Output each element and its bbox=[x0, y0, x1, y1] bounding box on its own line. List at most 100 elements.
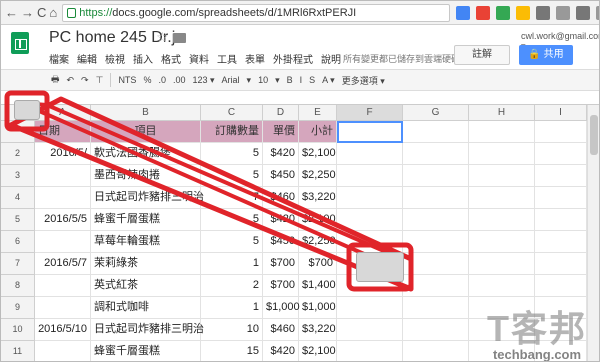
subtotal-cell[interactable]: $3,220 bbox=[299, 187, 337, 209]
dragged-freeze-knob[interactable] bbox=[356, 252, 404, 282]
quantity-cell[interactable]: 5 bbox=[201, 165, 263, 187]
empty-cell[interactable] bbox=[535, 275, 587, 297]
column-title[interactable]: 小計 bbox=[299, 121, 337, 143]
share-button[interactable]: 🔒 共用 bbox=[519, 45, 573, 65]
item-cell[interactable]: 蜂蜜千層蛋糕 bbox=[91, 209, 201, 231]
menu-item[interactable]: 檢視 bbox=[105, 51, 125, 66]
empty-cell[interactable] bbox=[337, 187, 403, 209]
column-header-d[interactable]: D bbox=[263, 105, 299, 121]
quantity-cell[interactable]: 5 bbox=[201, 231, 263, 253]
browser-extension-icon[interactable] bbox=[556, 5, 571, 20]
menu-item[interactable]: 外掛程式 bbox=[273, 51, 313, 66]
back-icon[interactable]: ← bbox=[5, 5, 18, 21]
toolbar-item[interactable]: Arial bbox=[222, 75, 240, 85]
toolbar-item[interactable]: A ▾ bbox=[322, 75, 335, 86]
subtotal-cell[interactable]: $2,250 bbox=[299, 231, 337, 253]
toolbar-item[interactable]: 更多選項 ▾ bbox=[342, 74, 385, 87]
empty-cell[interactable] bbox=[535, 165, 587, 187]
item-cell[interactable]: 茉莉綠茶 bbox=[91, 253, 201, 275]
empty-cell[interactable] bbox=[403, 143, 469, 165]
item-cell[interactable]: 墨西哥辣肉捲 bbox=[91, 165, 201, 187]
empty-cell[interactable] bbox=[337, 341, 403, 361]
column-header-c[interactable]: C bbox=[201, 105, 263, 121]
menu-item[interactable]: 檔案 bbox=[49, 51, 69, 66]
column-title[interactable]: 日期 bbox=[35, 121, 91, 143]
menu-item[interactable]: 編輯 bbox=[77, 51, 97, 66]
empty-cell[interactable] bbox=[469, 253, 535, 275]
toolbar-item[interactable]: I bbox=[300, 75, 303, 85]
empty-cell[interactable] bbox=[403, 121, 469, 143]
quantity-cell[interactable]: 10 bbox=[201, 319, 263, 341]
price-cell[interactable]: $1,000 bbox=[263, 297, 300, 319]
forward-icon[interactable]: → bbox=[21, 5, 34, 21]
price-cell[interactable]: $420 bbox=[263, 341, 299, 361]
print-icon[interactable]: 🖶 bbox=[51, 72, 60, 88]
vertical-scrollbar[interactable] bbox=[587, 105, 599, 361]
price-cell[interactable]: $420 bbox=[263, 143, 299, 165]
comment-button[interactable]: 註解 bbox=[454, 45, 510, 65]
price-cell[interactable]: $700 bbox=[263, 275, 299, 297]
subtotal-cell[interactable]: $3,220 bbox=[299, 319, 337, 341]
star-icon[interactable]: ☆ bbox=[156, 29, 169, 46]
date-cell[interactable] bbox=[35, 341, 91, 361]
browser-extension-icon[interactable] bbox=[516, 5, 531, 20]
subtotal-cell[interactable]: $2,250 bbox=[299, 165, 337, 187]
address-bar[interactable]: https:// docs.google.com/spreadsheets/d/… bbox=[62, 3, 451, 22]
row-number[interactable]: 4 bbox=[1, 187, 35, 209]
empty-cell[interactable] bbox=[337, 319, 403, 341]
redo-icon[interactable]: ↷ bbox=[81, 75, 89, 86]
empty-cell[interactable] bbox=[403, 209, 469, 231]
column-header-h[interactable]: H bbox=[469, 105, 535, 121]
row-number[interactable]: 11 bbox=[1, 341, 35, 361]
price-cell[interactable]: $700 bbox=[263, 253, 299, 275]
toolbar-item[interactable]: % bbox=[143, 75, 151, 85]
empty-cell[interactable] bbox=[403, 319, 469, 341]
price-cell[interactable]: $460 bbox=[263, 187, 299, 209]
item-cell[interactable]: 調和式咖啡 bbox=[91, 297, 201, 319]
quantity-cell[interactable]: 1 bbox=[201, 297, 263, 319]
home-icon[interactable]: ⌂ bbox=[49, 5, 57, 21]
column-title[interactable]: 訂購數量 bbox=[201, 121, 263, 143]
column-header-a[interactable]: A bbox=[35, 105, 91, 121]
empty-cell[interactable] bbox=[403, 341, 469, 361]
toolbar-item[interactable]: B bbox=[287, 75, 293, 85]
browser-extension-icon[interactable] bbox=[576, 5, 591, 20]
date-cell[interactable]: 2016/5/ bbox=[35, 143, 91, 165]
item-cell[interactable]: 軟式法國香腸堡 bbox=[91, 143, 201, 165]
empty-cell[interactable] bbox=[469, 187, 535, 209]
row-number[interactable]: 6 bbox=[1, 231, 35, 253]
quantity-cell[interactable]: 2 bbox=[201, 275, 263, 297]
empty-cell[interactable] bbox=[469, 121, 535, 143]
quantity-cell[interactable]: 5 bbox=[201, 209, 263, 231]
row-number[interactable]: 3 bbox=[1, 165, 35, 187]
date-cell[interactable]: 2016/5/7 bbox=[35, 253, 91, 275]
toolbar-item[interactable]: NTS bbox=[118, 75, 136, 85]
row-number[interactable]: 2 bbox=[1, 143, 35, 165]
empty-cell[interactable] bbox=[469, 209, 535, 231]
empty-cell[interactable] bbox=[469, 143, 535, 165]
browser-extension-icon[interactable] bbox=[496, 5, 511, 20]
toolbar-item[interactable]: .00 bbox=[173, 75, 186, 85]
row-number[interactable] bbox=[1, 121, 35, 143]
folder-icon[interactable] bbox=[173, 33, 186, 43]
row-number[interactable]: 9 bbox=[1, 297, 35, 319]
subtotal-cell[interactable]: $1,400 bbox=[299, 275, 337, 297]
scroll-thumb[interactable] bbox=[590, 115, 598, 155]
date-cell[interactable] bbox=[35, 187, 91, 209]
date-cell[interactable]: 2016/5/10 bbox=[35, 319, 91, 341]
row-number[interactable]: 8 bbox=[1, 275, 35, 297]
quantity-cell[interactable]: 7 bbox=[201, 187, 263, 209]
row-number[interactable]: 10 bbox=[1, 319, 35, 341]
item-cell[interactable]: 日式起司炸豬排三明治 bbox=[91, 187, 204, 209]
row-number[interactable]: 5 bbox=[1, 209, 35, 231]
toolbar-item[interactable]: 10 bbox=[258, 75, 268, 85]
toolbar-item[interactable]: ▾ bbox=[247, 75, 252, 86]
quantity-cell[interactable]: 1 bbox=[201, 253, 263, 275]
menu-item[interactable]: 插入 bbox=[133, 51, 153, 66]
subtotal-cell[interactable]: $1,000 bbox=[299, 297, 337, 319]
empty-cell[interactable] bbox=[535, 209, 587, 231]
sheets-logo-icon[interactable] bbox=[11, 32, 29, 54]
column-header-i[interactable]: I bbox=[535, 105, 587, 121]
price-cell[interactable]: $450 bbox=[263, 231, 299, 253]
browser-extension-icon[interactable] bbox=[536, 5, 551, 20]
